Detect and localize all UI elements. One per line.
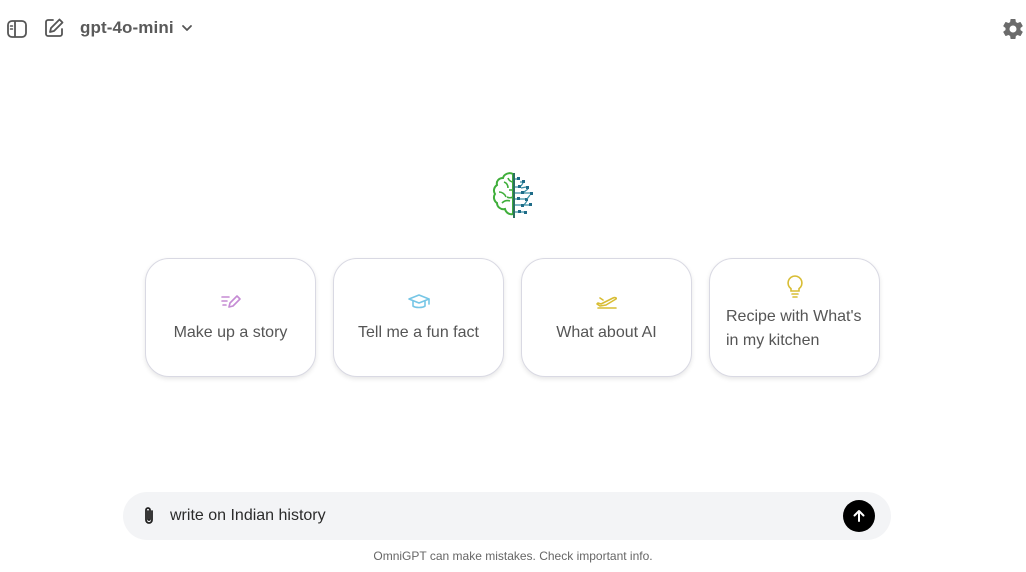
disclaimer-text: OmniGPT can make mistakes. Check importa… [373,549,653,563]
sidebar-toggle-button[interactable] [5,17,29,41]
suggestion-card-ai[interactable]: What about AI [521,258,692,377]
suggestion-label: Make up a story [173,323,288,341]
attach-button[interactable] [137,504,161,528]
model-label: gpt-4o-mini [80,18,174,37]
lightbulb-icon [783,274,807,298]
model-selector[interactable]: gpt-4o-mini [80,16,194,40]
settings-button[interactable] [1000,16,1026,42]
airplane-icon [595,291,619,313]
chevron-down-icon [181,25,192,31]
gear-icon [1003,18,1023,39]
message-composer [123,492,891,540]
new-chat-button[interactable] [42,16,66,40]
message-input[interactable] [170,504,830,528]
brain-logo [490,170,538,222]
pen-icon [219,291,243,313]
graduation-cap-icon [407,291,431,313]
suggestion-card-fun-fact[interactable]: Tell me a fun fact [333,258,504,377]
suggestion-label: Tell me a fun fact [358,323,479,341]
new-chat-icon [45,18,64,37]
paperclip-icon [145,507,153,524]
suggestion-card-story[interactable]: Make up a story [145,258,316,377]
arrow-up-icon [853,510,865,522]
suggestion-cards: Make up a story Tell me a fun fact What … [145,258,880,377]
brain-circuit-logo [492,172,533,218]
top-bar: gpt-4o-mini [0,0,1026,56]
sidebar-toggle-icon [7,20,27,38]
suggestion-label: What about AI [556,323,657,341]
send-button[interactable] [843,500,875,532]
suggestion-label: Recipe with What's in my kitchen [726,307,862,349]
suggestion-card-recipe[interactable]: Recipe with What's in my kitchen [709,258,880,377]
